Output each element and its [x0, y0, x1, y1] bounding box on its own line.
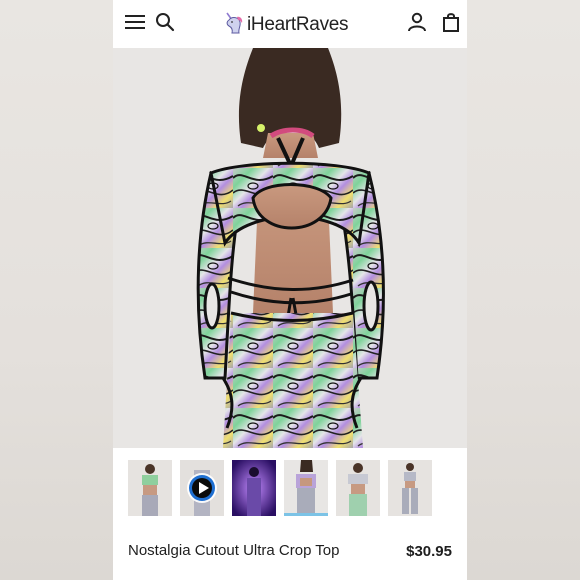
site-header: iHeartRaves: [113, 0, 467, 48]
product-price: $30.95: [406, 543, 452, 560]
brand-logo[interactable]: iHeartRaves: [223, 11, 349, 40]
unicorn-logo-icon: [223, 11, 245, 40]
menu-button[interactable]: [123, 12, 147, 36]
brand-name: iHeartRaves: [247, 14, 349, 35]
product-main-image[interactable]: [113, 48, 467, 448]
thumbnail-6[interactable]: [388, 460, 432, 516]
thumbnail-2-video[interactable]: [180, 460, 224, 516]
search-icon: [155, 12, 175, 37]
cart-button[interactable]: [439, 12, 463, 36]
background-right: [467, 0, 580, 580]
product-title: Nostalgia Cutout Ultra Crop Top: [128, 542, 340, 559]
thumbnail-3[interactable]: [232, 460, 276, 516]
thumbnail-1[interactable]: [128, 460, 172, 516]
mobile-page: iHeartRaves Nostalgia Cutout Ultra Crop …: [113, 0, 467, 580]
account-button[interactable]: [405, 12, 429, 36]
account-icon: [407, 12, 427, 37]
thumbnail-4-selected[interactable]: [284, 460, 328, 516]
cart-icon: [442, 12, 460, 37]
search-button[interactable]: [153, 12, 177, 36]
thumbnail-gallery: [113, 448, 467, 528]
background-left: [0, 0, 113, 580]
thumbnail-5[interactable]: [336, 460, 380, 516]
menu-icon: [125, 14, 145, 35]
